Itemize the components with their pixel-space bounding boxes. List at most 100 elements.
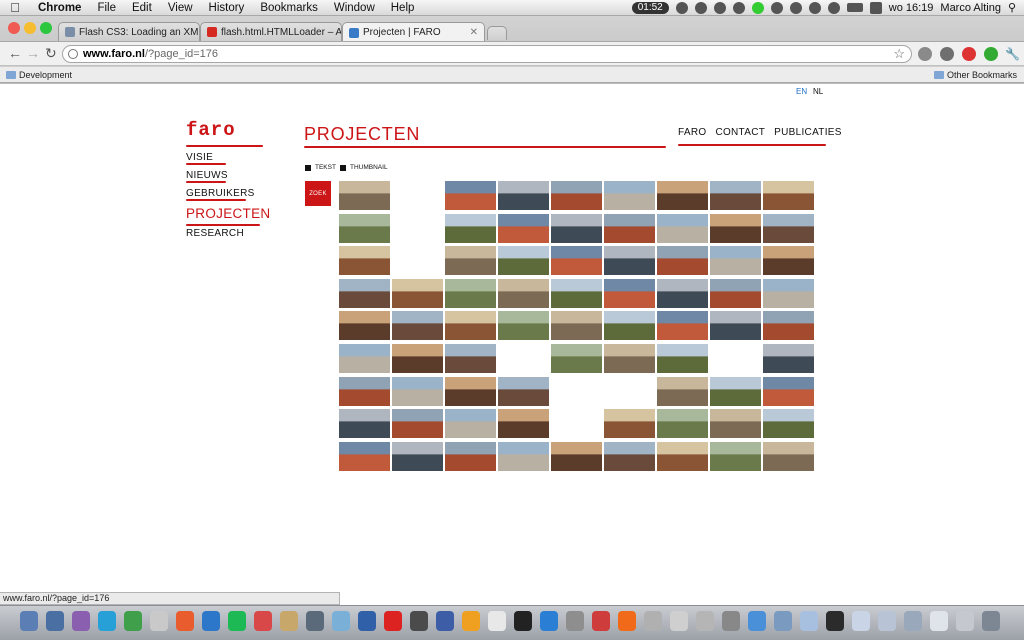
extension-icon[interactable] bbox=[940, 47, 954, 61]
project-thumbnail[interactable] bbox=[763, 409, 814, 439]
nav-projecten[interactable]: PROJECTEN bbox=[186, 206, 270, 222]
project-thumbnail[interactable] bbox=[657, 311, 708, 341]
faro-logo[interactable]: faro bbox=[186, 121, 236, 140]
project-thumbnail[interactable] bbox=[604, 246, 655, 276]
extension-icon[interactable] bbox=[918, 47, 932, 61]
dock-app-icon[interactable] bbox=[176, 611, 194, 631]
dock-app-icon[interactable] bbox=[150, 611, 168, 631]
dock-app-icon[interactable] bbox=[72, 611, 90, 631]
search-button[interactable]: ZOEK bbox=[305, 181, 331, 206]
menu-file[interactable]: File bbox=[89, 0, 124, 16]
dock-app-icon[interactable] bbox=[696, 611, 714, 631]
project-thumbnail[interactable] bbox=[339, 278, 390, 308]
project-thumbnail[interactable] bbox=[445, 278, 496, 308]
project-thumbnail[interactable] bbox=[445, 311, 496, 341]
nav-faro[interactable]: FARO bbox=[678, 127, 706, 138]
battery-icon[interactable] bbox=[846, 3, 863, 12]
dock-app-icon[interactable] bbox=[98, 611, 116, 631]
project-thumbnail[interactable] bbox=[551, 344, 602, 373]
menu-app-name[interactable]: Chrome bbox=[30, 0, 89, 16]
dock-app-icon[interactable] bbox=[670, 611, 688, 631]
dock-app-icon[interactable] bbox=[852, 611, 870, 631]
menubar-user[interactable]: Marco Alting bbox=[940, 2, 1001, 14]
project-thumbnail[interactable] bbox=[710, 311, 761, 341]
project-thumbnail[interactable] bbox=[763, 213, 814, 243]
dock-app-icon[interactable] bbox=[280, 611, 298, 631]
project-thumbnail[interactable] bbox=[604, 213, 655, 243]
project-thumbnail[interactable] bbox=[710, 441, 761, 471]
flag-icon[interactable] bbox=[869, 1, 882, 14]
project-thumbnail[interactable] bbox=[498, 409, 549, 439]
project-thumbnail[interactable] bbox=[445, 246, 496, 276]
dock-app-icon[interactable] bbox=[254, 611, 272, 631]
address-bar[interactable]: www.faro.nl/?page_id=176 ☆ bbox=[62, 45, 912, 63]
nav-research[interactable]: RESEARCH bbox=[186, 228, 270, 240]
wifi-icon[interactable] bbox=[808, 1, 821, 14]
apple-icon[interactable]:  bbox=[0, 0, 30, 15]
project-thumbnail[interactable] bbox=[604, 441, 655, 471]
project-thumbnail[interactable] bbox=[604, 278, 655, 308]
status-icon[interactable] bbox=[732, 1, 745, 14]
dock-app-icon[interactable] bbox=[878, 611, 896, 631]
project-thumbnail[interactable] bbox=[498, 213, 549, 243]
dock-app-icon[interactable] bbox=[566, 611, 584, 631]
project-thumbnail[interactable] bbox=[551, 441, 602, 471]
project-thumbnail[interactable] bbox=[445, 181, 496, 210]
project-thumbnail[interactable] bbox=[445, 344, 496, 373]
project-thumbnail[interactable] bbox=[657, 278, 708, 308]
bookmark-folder-development[interactable]: Development bbox=[6, 70, 72, 80]
project-thumbnail[interactable] bbox=[763, 181, 814, 210]
volume-icon[interactable] bbox=[827, 1, 840, 14]
project-thumbnail[interactable] bbox=[551, 181, 602, 210]
dock-app-icon[interactable] bbox=[358, 611, 376, 631]
project-thumbnail[interactable] bbox=[763, 311, 814, 341]
time-machine-icon[interactable] bbox=[770, 1, 783, 14]
close-window-button[interactable] bbox=[8, 22, 20, 34]
view-thumbnail-toggle[interactable]: THUMBNAIL bbox=[340, 164, 388, 171]
project-thumbnail[interactable] bbox=[339, 213, 390, 243]
menu-bookmarks[interactable]: Bookmarks bbox=[252, 0, 326, 16]
dock-app-icon[interactable] bbox=[20, 611, 38, 631]
dock-app-icon[interactable] bbox=[904, 611, 922, 631]
reload-icon[interactable]: ↻ bbox=[45, 45, 57, 62]
project-thumbnail[interactable] bbox=[657, 344, 708, 373]
close-tab-icon[interactable]: ✕ bbox=[470, 27, 478, 38]
project-thumbnail[interactable] bbox=[763, 376, 814, 406]
dock-app-icon[interactable] bbox=[644, 611, 662, 631]
tab-htmlloader[interactable]: flash.html.HTMLLoader – Ac ✕ bbox=[200, 22, 342, 41]
view-tekst-toggle[interactable]: TEKST bbox=[305, 164, 336, 171]
lang-nl-link[interactable]: NL bbox=[813, 87, 823, 96]
project-thumbnail[interactable] bbox=[392, 409, 443, 439]
project-thumbnail[interactable] bbox=[339, 311, 390, 341]
menu-view[interactable]: View bbox=[160, 0, 201, 16]
menu-edit[interactable]: Edit bbox=[124, 0, 160, 16]
project-thumbnail[interactable] bbox=[763, 344, 814, 373]
extension-icon[interactable] bbox=[984, 47, 998, 61]
dock-app-icon[interactable] bbox=[540, 611, 558, 631]
status-icon[interactable] bbox=[713, 1, 726, 14]
project-thumbnail[interactable] bbox=[392, 441, 443, 471]
project-thumbnail[interactable] bbox=[551, 311, 602, 341]
bookmark-star-icon[interactable]: ☆ bbox=[893, 46, 905, 62]
project-thumbnail[interactable] bbox=[710, 246, 761, 276]
menu-history[interactable]: History bbox=[201, 0, 253, 16]
dock-app-icon[interactable] bbox=[124, 611, 142, 631]
dock-app-icon[interactable] bbox=[930, 611, 948, 631]
project-thumbnail[interactable] bbox=[763, 246, 814, 276]
zoom-window-button[interactable] bbox=[40, 22, 52, 34]
project-thumbnail[interactable] bbox=[763, 278, 814, 308]
dock-app-icon[interactable] bbox=[774, 611, 792, 631]
dock-app-icon[interactable] bbox=[384, 611, 402, 631]
project-thumbnail[interactable] bbox=[392, 344, 443, 373]
menubar-datetime[interactable]: wo 16:19 bbox=[889, 2, 934, 14]
project-thumbnail[interactable] bbox=[339, 409, 390, 439]
project-thumbnail[interactable] bbox=[392, 311, 443, 341]
bluetooth-icon[interactable] bbox=[789, 1, 802, 14]
dock-app-icon[interactable] bbox=[826, 611, 844, 631]
project-thumbnail[interactable] bbox=[498, 441, 549, 471]
project-thumbnail[interactable] bbox=[710, 376, 761, 406]
minimize-window-button[interactable] bbox=[24, 22, 36, 34]
project-thumbnail[interactable] bbox=[657, 376, 708, 406]
dock-app-icon[interactable] bbox=[46, 611, 64, 631]
dock-app-icon[interactable] bbox=[748, 611, 766, 631]
